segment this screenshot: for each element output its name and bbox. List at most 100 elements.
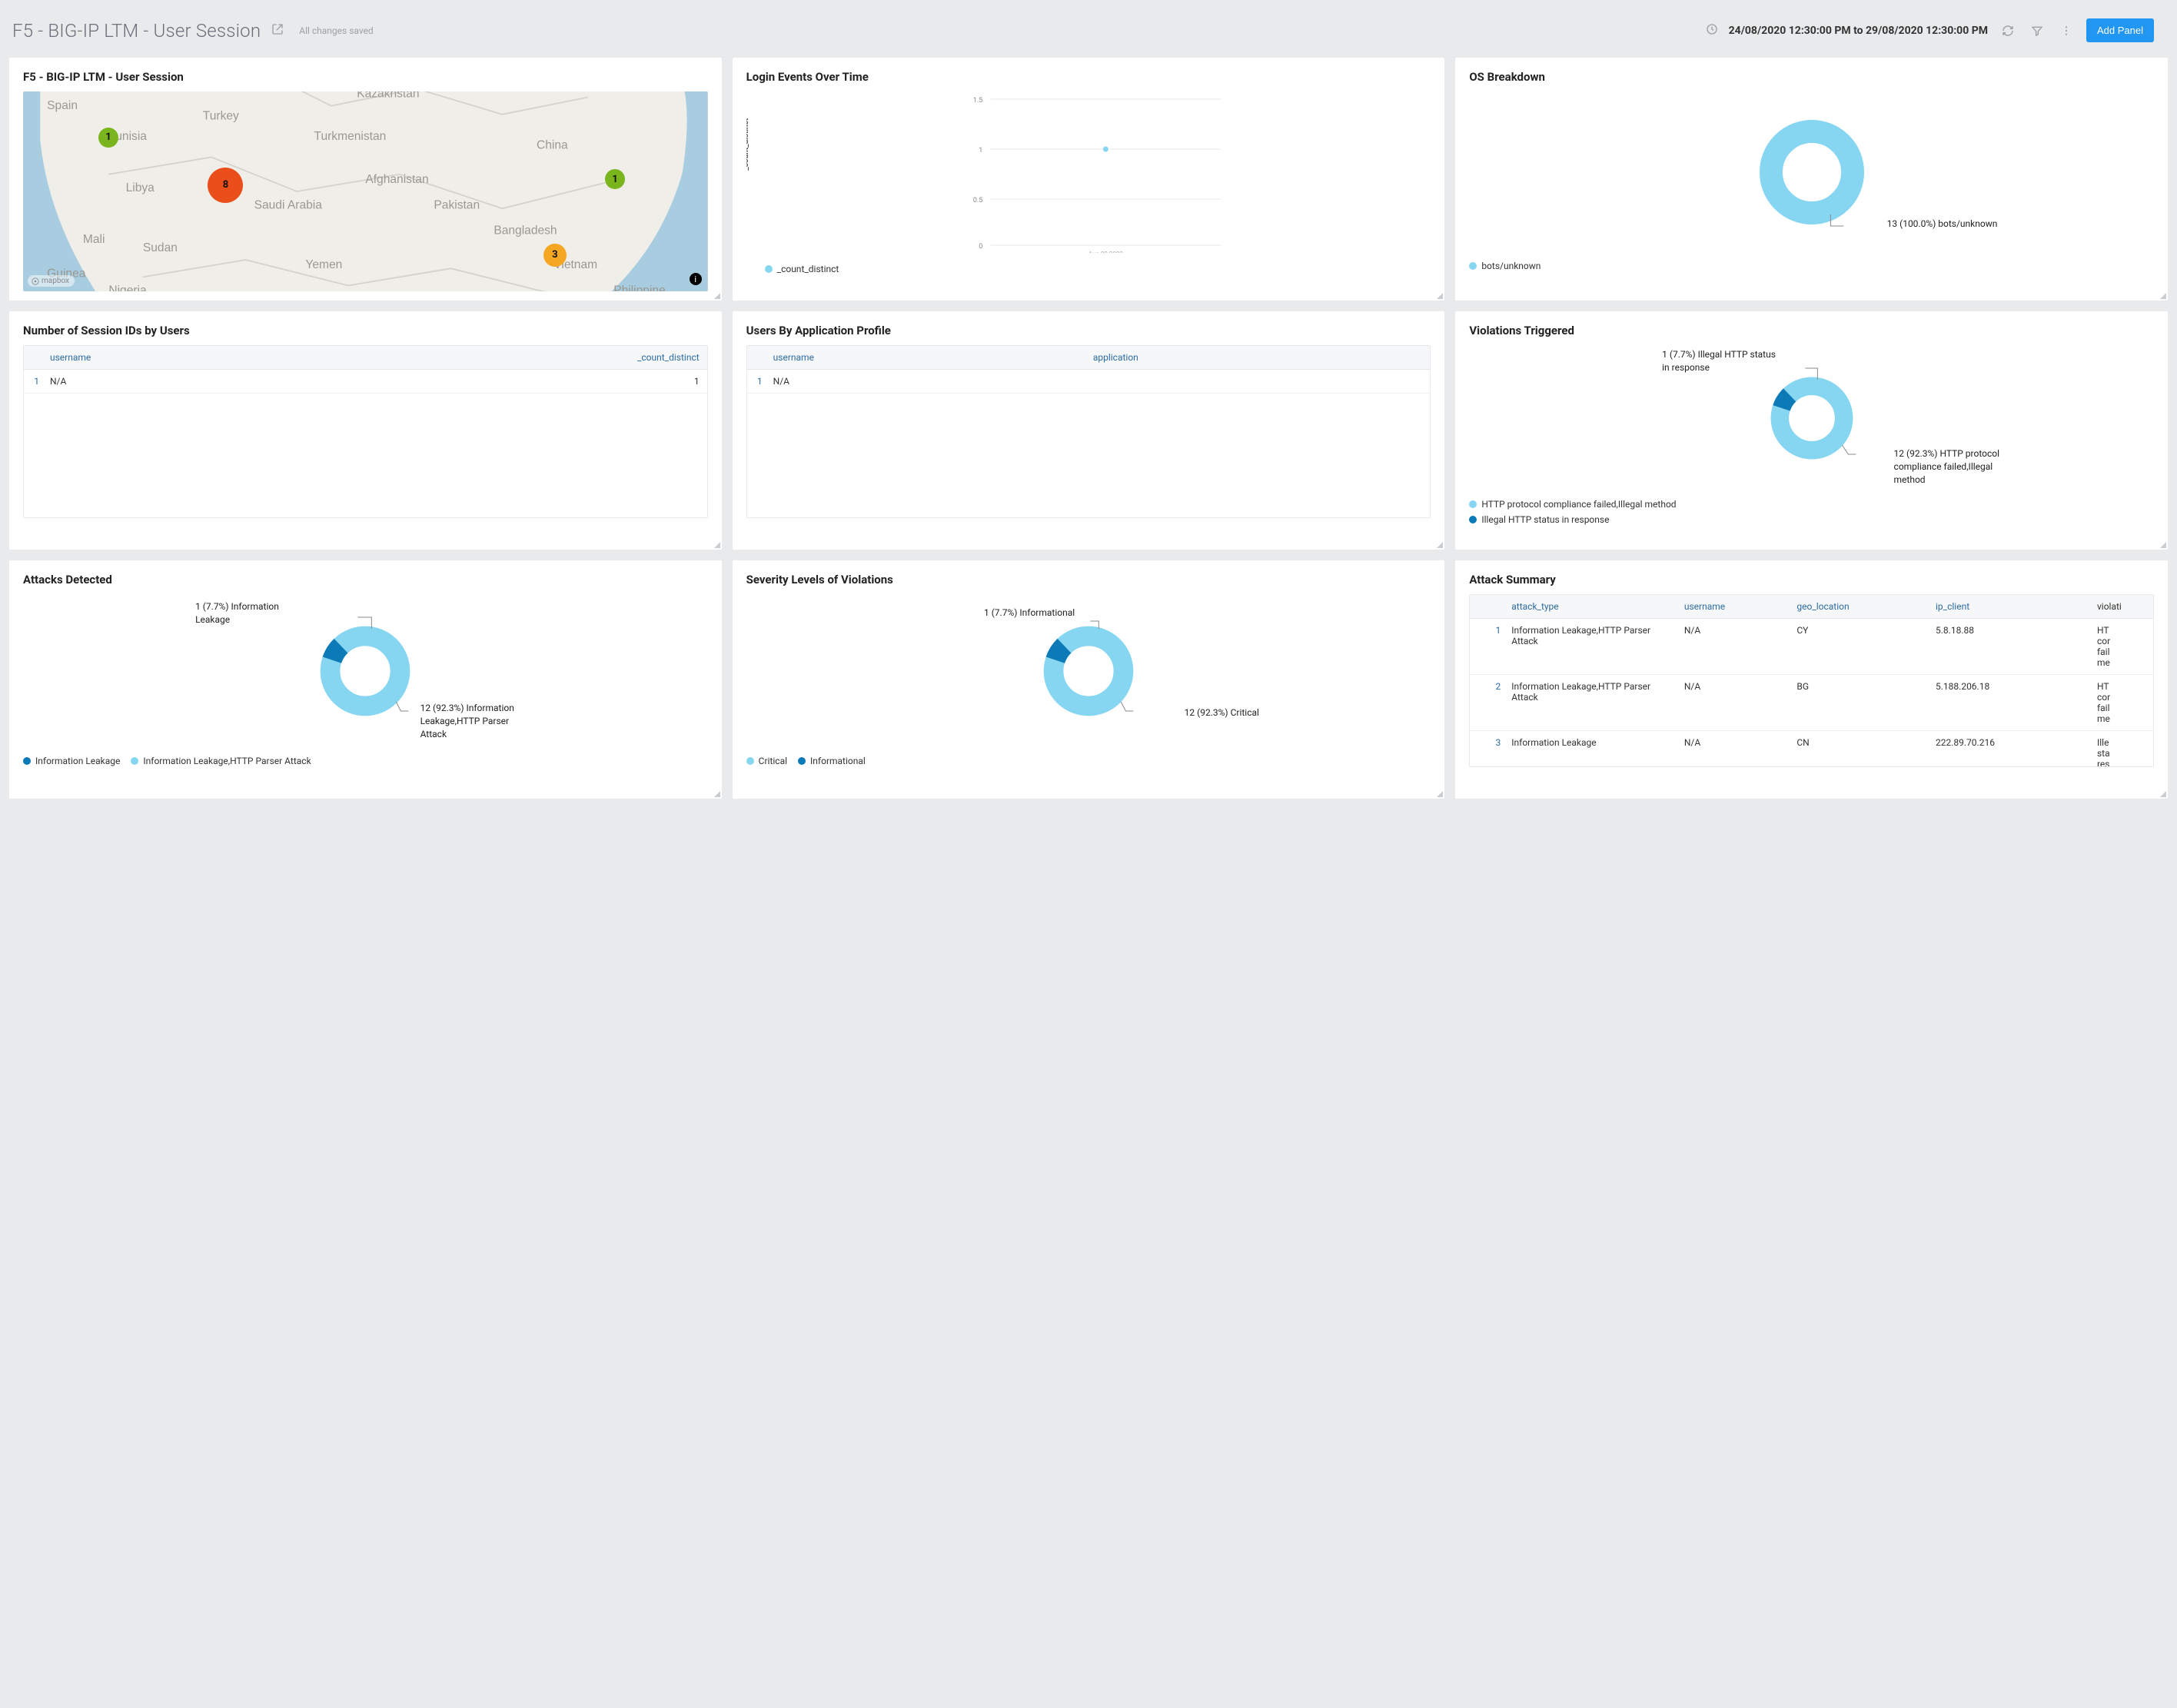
legend-item[interactable]: Illegal HTTP status in response xyxy=(1469,514,2154,525)
svg-text:Nigeria: Nigeria xyxy=(108,284,147,291)
panel-violations: Violations Triggered 1 (7.7%) Illegal HT… xyxy=(1455,311,2168,550)
table-row[interactable]: 2Information Leakage,​HTTP Parser Attack… xyxy=(1470,675,2153,731)
map[interactable]: Norway Denmark Poland Spain Tunisia Liby… xyxy=(23,91,708,291)
map-marker[interactable]: 3 xyxy=(543,244,567,267)
more-icon[interactable] xyxy=(2057,22,2076,40)
col-count[interactable]: _count_distinct xyxy=(322,346,706,370)
legend-item[interactable]: HTTP protocol compliance failed,Illegal … xyxy=(1469,499,2154,510)
panel-title: OS Breakdown xyxy=(1469,70,2154,84)
svg-text:Turkmenistan: Turkmenistan xyxy=(314,130,387,143)
panel-os-breakdown: OS Breakdown 13 (100.0%) bots/unknown bo… xyxy=(1455,58,2168,301)
map-marker[interactable]: 8 xyxy=(208,168,243,203)
svg-text:Mali: Mali xyxy=(83,233,105,246)
panel-users-by-app: Users By Application Profile username ap… xyxy=(733,311,1445,550)
cell-attack: Information Leakage xyxy=(1504,731,1677,768)
col-violation[interactable]: violati xyxy=(2089,595,2153,619)
info-icon[interactable]: i xyxy=(690,273,702,285)
x-tick: Aug 28 2020 xyxy=(1088,251,1123,253)
table-row[interactable]: 3Information LeakageN/ACN222.89.70.216Il… xyxy=(1470,731,2153,768)
line-chart: 1.5 1 0.5 0 Aug 28 2020 xyxy=(765,91,1431,253)
legend-label: Illegal HTTP status in response xyxy=(1481,514,1609,525)
svg-text:Saudi Arabia: Saudi Arabia xyxy=(254,198,323,211)
legend-label: _count_distinct xyxy=(777,264,839,274)
cell-username: N/A xyxy=(42,370,322,394)
col-username[interactable]: username xyxy=(42,346,322,370)
attack-summary-table: attack_type username geo_location ip_cli… xyxy=(1470,595,2153,767)
legend-item[interactable]: _count_distinct xyxy=(765,264,839,274)
svg-text:Sudan: Sudan xyxy=(143,241,178,254)
svg-text:Pakistan: Pakistan xyxy=(434,198,480,211)
panel-title: Users By Application Profile xyxy=(746,324,1431,337)
legend-dot-icon xyxy=(798,757,806,765)
refresh-icon[interactable] xyxy=(1999,22,2017,40)
resize-handle[interactable] xyxy=(714,791,720,797)
panel-login-events: Login Events Over Time _count_distinct 1… xyxy=(733,58,1445,301)
panel-map: F5 - BIG-IP LTM - User Session xyxy=(9,58,722,301)
resize-handle[interactable] xyxy=(1437,791,1443,797)
filter-icon[interactable] xyxy=(2028,22,2046,40)
panel-title: Violations Triggered xyxy=(1469,324,2154,337)
table-row[interactable]: 1 N/A xyxy=(747,370,1431,394)
time-range[interactable]: 24/08/2020 12:30:00 PM to 29/08/2020 12:… xyxy=(1729,25,1988,37)
col-username[interactable]: username xyxy=(766,346,1085,370)
cell-violation: HT cor fail me xyxy=(2089,675,2153,731)
share-icon[interactable] xyxy=(271,23,284,38)
slice-label-big: 12 (92.3%) HTTP protocol compliance fail… xyxy=(1894,447,2009,486)
cell-user: N/A xyxy=(1677,731,1789,768)
map-marker[interactable]: 1 xyxy=(98,128,118,148)
cell-application xyxy=(1085,370,1431,394)
col-geo[interactable]: geo_location xyxy=(1789,595,1928,619)
page-title: F5 - BIG-IP LTM - User Session xyxy=(12,20,261,42)
cell-ip: 5.8.18.88 xyxy=(1928,619,2089,675)
panel-title: Attack Summary xyxy=(1469,573,2154,587)
users-app-table: username application 1 N/A xyxy=(747,346,1431,394)
svg-text:Kazakhstan: Kazakhstan xyxy=(357,91,419,101)
svg-text:Yemen: Yemen xyxy=(305,258,342,271)
svg-text:Turkey: Turkey xyxy=(203,109,239,122)
col-attack-type[interactable]: attack_type xyxy=(1504,595,1677,619)
table-row[interactable]: 1Information Leakage,​HTTP Parser Attack… xyxy=(1470,619,2153,675)
svg-text:China: China xyxy=(537,138,568,151)
legend-label: Information Leakage,HTTP Parser Attack xyxy=(143,756,311,766)
svg-text:1: 1 xyxy=(979,147,982,155)
slice-label-small: 1 (7.7%) Illegal HTTP status in response xyxy=(1662,348,1777,374)
attribution-text: mapbox xyxy=(42,277,69,285)
legend-item[interactable]: Informational xyxy=(798,756,866,766)
table-row[interactable]: 1 N/A 1 xyxy=(24,370,707,394)
panel-title: F5 - BIG-IP LTM - User Session xyxy=(23,70,708,84)
cell-count: 1 xyxy=(322,370,706,394)
add-panel-button[interactable]: Add Panel xyxy=(2086,18,2154,42)
legend-item[interactable]: Information Leakage,HTTP Parser Attack xyxy=(131,756,311,766)
resize-handle[interactable] xyxy=(1437,293,1443,299)
resize-handle[interactable] xyxy=(2160,542,2166,548)
saved-status: All changes saved xyxy=(299,25,373,36)
col-application[interactable]: application xyxy=(1085,346,1431,370)
resize-handle[interactable] xyxy=(714,293,720,299)
col-ip[interactable]: ip_client xyxy=(1928,595,2089,619)
panel-attack-summary: Attack Summary attack_type username geo_… xyxy=(1455,560,2168,799)
legend-item[interactable]: Information Leakage xyxy=(23,756,120,766)
legend-dot-icon xyxy=(23,757,31,765)
resize-handle[interactable] xyxy=(1437,542,1443,548)
marker-count: 1 xyxy=(612,174,617,185)
svg-text:0: 0 xyxy=(979,243,982,251)
legend-label: HTTP protocol compliance failed,Illegal … xyxy=(1481,499,1676,510)
legend-dot-icon xyxy=(1469,262,1477,270)
topbar-left: F5 - BIG-IP LTM - User Session All chang… xyxy=(12,20,374,42)
col-username[interactable]: username xyxy=(1677,595,1789,619)
legend-item[interactable]: bots/unknown xyxy=(1469,261,1541,271)
cell-geo: CY xyxy=(1789,619,1928,675)
resize-handle[interactable] xyxy=(2160,293,2166,299)
legend-dot-icon xyxy=(746,757,754,765)
cell-geo: CN xyxy=(1789,731,1928,768)
slice-label: 13 (100.0%) bots/unknown xyxy=(1887,218,1998,231)
svg-text:Philippine: Philippine xyxy=(613,284,666,291)
panel-title: Login Events Over Time xyxy=(746,70,1431,84)
resize-handle[interactable] xyxy=(2160,791,2166,797)
legend-label: bots/unknown xyxy=(1481,261,1541,271)
legend-dot-icon xyxy=(131,757,138,765)
clock-icon xyxy=(1706,23,1718,38)
legend-item[interactable]: Critical xyxy=(746,756,787,766)
svg-text:Spain: Spain xyxy=(47,99,78,112)
resize-handle[interactable] xyxy=(714,542,720,548)
